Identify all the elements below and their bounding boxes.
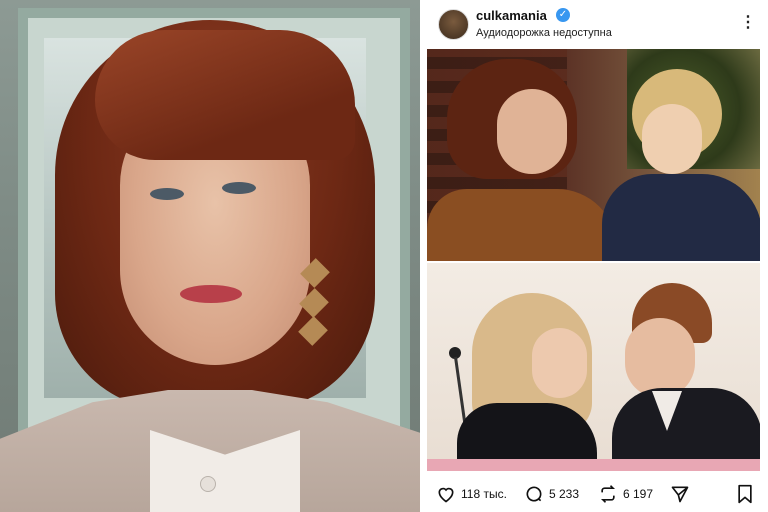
share-button[interactable] [670,484,695,504]
heart-icon [438,487,454,503]
like-button[interactable]: 118 тыс. [436,484,507,504]
woman-bangs [95,30,355,160]
instagram-post: culkamania ✓ Аудиодорожка недоступна ⋮ 1… [420,0,768,512]
coat [427,189,617,261]
woman-face [497,89,567,174]
username[interactable]: culkamania [476,8,547,23]
podium [427,459,760,471]
post-image-bottom[interactable] [427,263,760,471]
repost-icon [600,485,616,503]
avatar[interactable] [438,9,469,40]
share-icon [671,486,689,503]
man-face [625,318,695,398]
shirt-button [200,476,216,492]
left-eye [150,188,184,200]
bookmark-icon [738,484,752,504]
repost-button[interactable]: 6 197 [598,484,653,504]
woman-face [532,328,587,398]
save-button[interactable] [736,484,759,504]
reposts-count: 6 197 [623,487,654,501]
right-eye [222,182,256,194]
sweater [602,174,760,261]
audio-subtitle[interactable]: Аудиодорожка недоступна [476,27,612,39]
boy-face [642,104,702,174]
action-bar: 118 тыс. 5 233 6 197 [420,478,768,512]
comment-button[interactable]: 5 233 [524,484,579,504]
more-icon[interactable]: ⋮ [740,12,756,32]
likes-count: 118 тыс. [461,487,507,501]
post-image-top[interactable] [427,49,760,261]
verified-icon: ✓ [556,8,570,22]
comment-icon [526,486,542,502]
comments-count: 5 233 [549,487,580,501]
lips [180,285,242,303]
left-photo [0,0,420,512]
